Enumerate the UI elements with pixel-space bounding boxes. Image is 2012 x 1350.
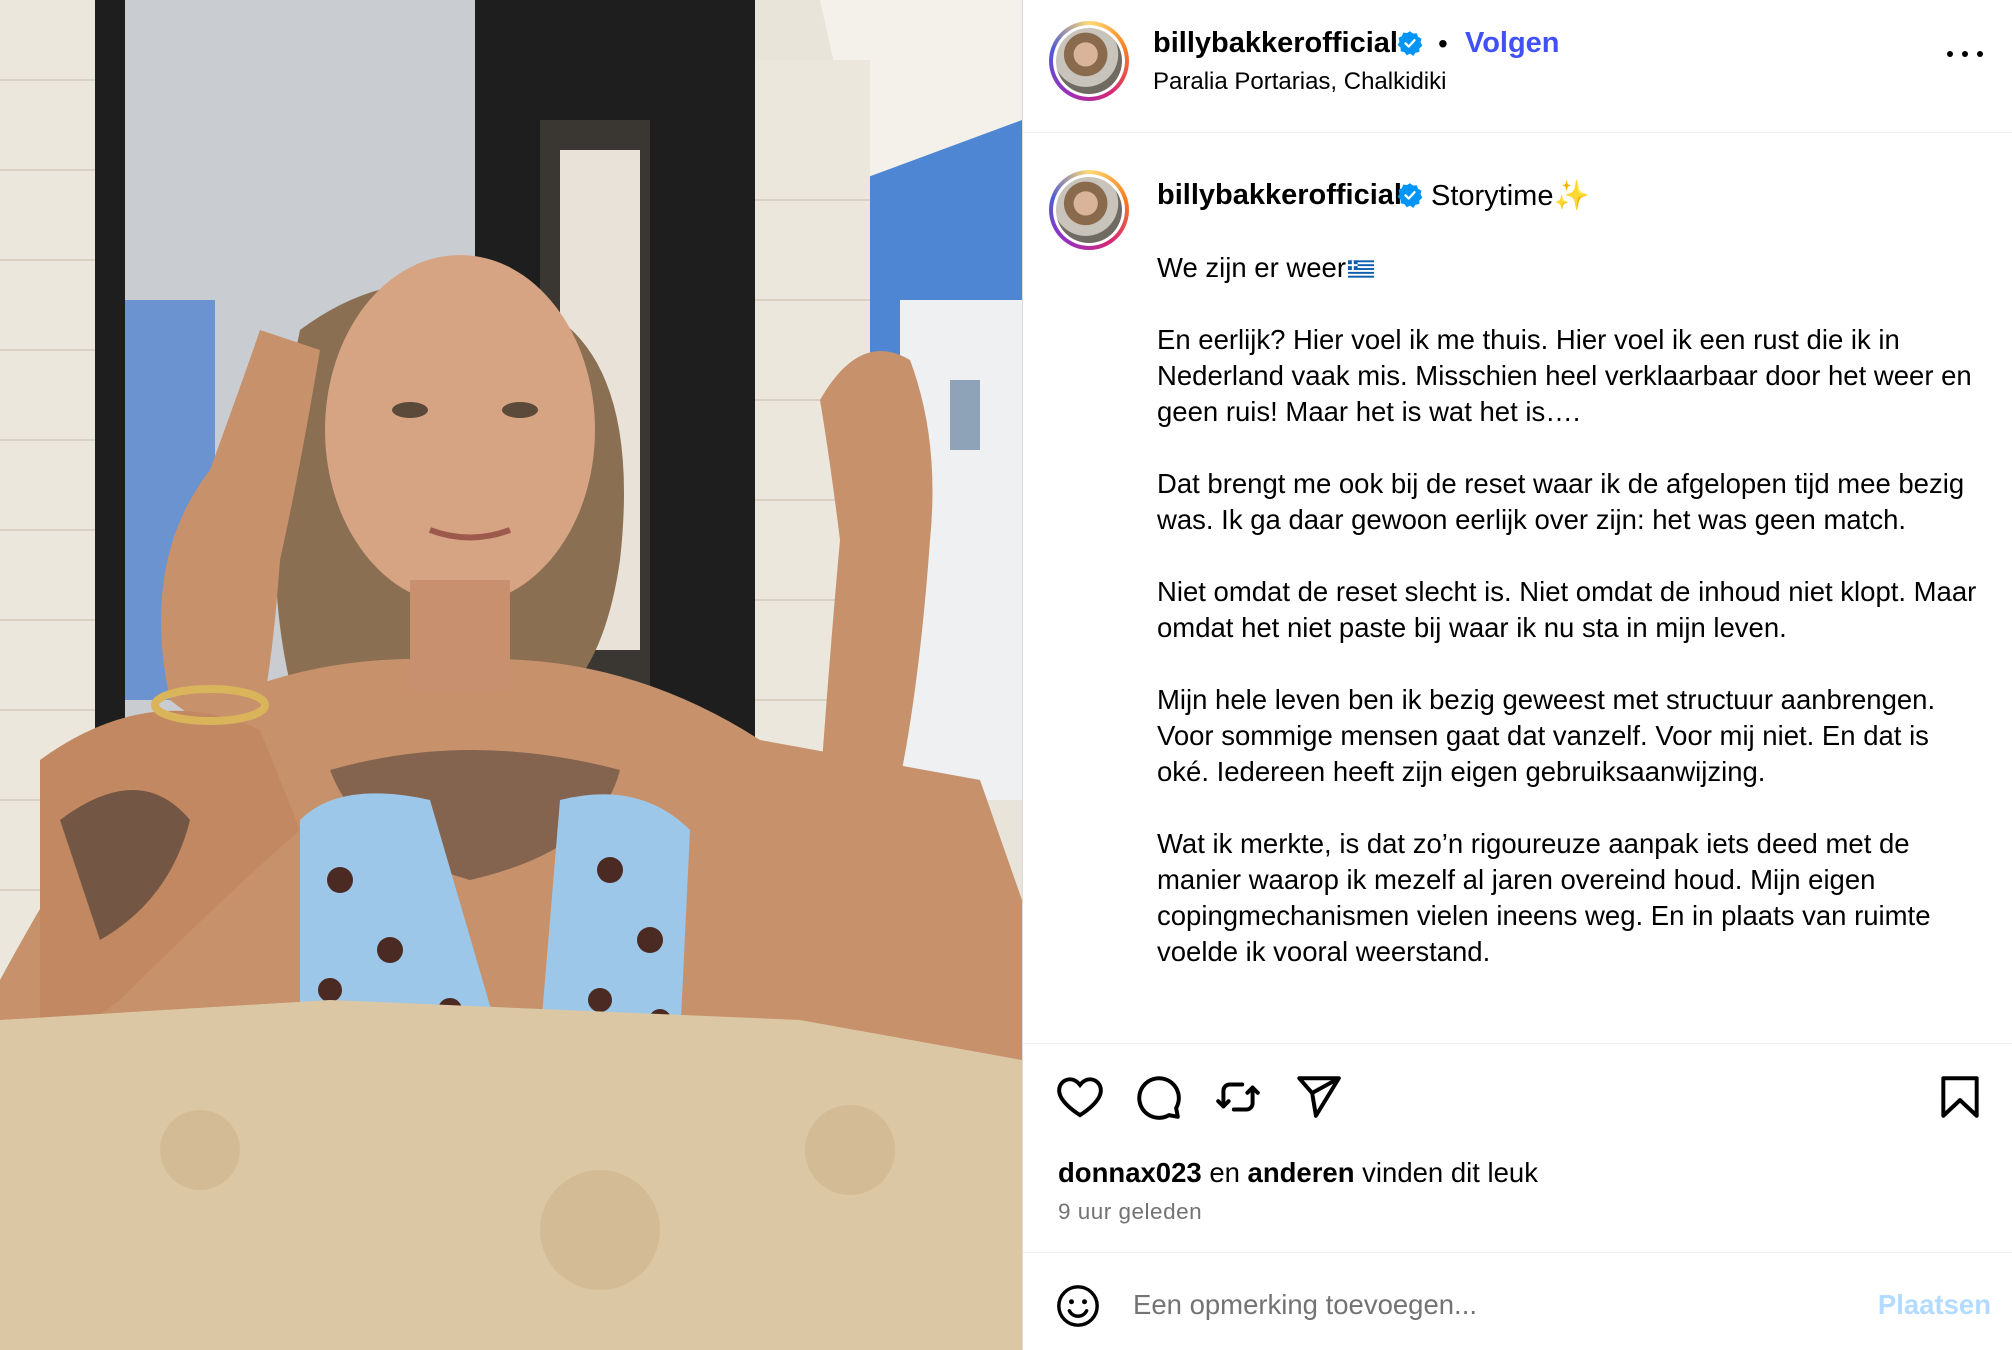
caption-paragraph: Wat ik merkte, is dat zo’n rigoureuze aa… [1157,828,1931,967]
post-photo-illustration [0,0,1022,1350]
bookmark-icon[interactable] [1935,1072,1985,1122]
separator-dot: • [1438,28,1448,59]
likes-summary: donnax023 en anderen vinden dit leuk [1058,1157,1538,1188]
caption-author-avatar[interactable] [1049,170,1129,250]
post-location[interactable]: Paralia Portarias, Chalkidiki [1153,68,1446,96]
likes-others-link[interactable]: anderen [1248,1157,1355,1188]
caption-paragraph: Mijn hele leven ben ik bezig geweest met… [1157,684,1936,787]
caption-author-username[interactable]: billybakkerofficial [1157,179,1402,212]
comment-input[interactable] [1133,1277,1833,1333]
verified-badge-icon [1397,183,1423,208]
verified-badge-icon [1397,31,1423,56]
author-avatar[interactable] [1049,21,1129,101]
greek-flag-icon [1348,260,1374,278]
author-username[interactable]: billybakkerofficial [1153,27,1398,60]
comment-bar: Plaatsen [1023,1252,2012,1350]
share-icon[interactable] [1293,1072,1343,1122]
post-side-panel: billybakkerofficial • Volgen Paralia Por… [1022,0,2012,1350]
caption-body: We zijn er weer En eerlijk? Hier voel ik… [1157,250,1987,1006]
comment-icon[interactable] [1133,1072,1183,1122]
post-caption: billybakkerofficial Storytime✨ We zijn e… [1023,134,2012,1043]
caption-paragraph: Niet omdat de reset slecht is. Niet omda… [1157,576,1977,643]
post-photo[interactable] [0,0,1022,1350]
caption-paragraph: We zijn er weer [1157,250,1987,286]
caption-title: Storytime✨ [1431,180,1590,212]
emoji-icon[interactable] [1055,1283,1101,1329]
post-comment-button[interactable]: Plaatsen [1878,1289,1991,1321]
more-options-icon[interactable] [1947,46,1983,60]
repost-icon[interactable] [1213,1072,1263,1122]
follow-button[interactable]: Volgen [1465,27,1560,60]
caption-paragraph: En eerlijk? Hier voel ik me thuis. Hier … [1157,324,1972,427]
liker-username[interactable]: donnax023 [1058,1157,1202,1188]
post-header: billybakkerofficial • Volgen Paralia Por… [1023,0,2012,133]
post-actions: donnax023 en anderen vinden dit leuk 9 u… [1023,1043,2012,1251]
heart-icon[interactable] [1055,1072,1105,1122]
caption-paragraph: Dat brengt me ook bij de reset waar ik d… [1157,468,1965,535]
post-timestamp[interactable]: 9 uur geleden [1058,1199,1202,1225]
sparkles-icon: ✨ [1553,180,1590,212]
